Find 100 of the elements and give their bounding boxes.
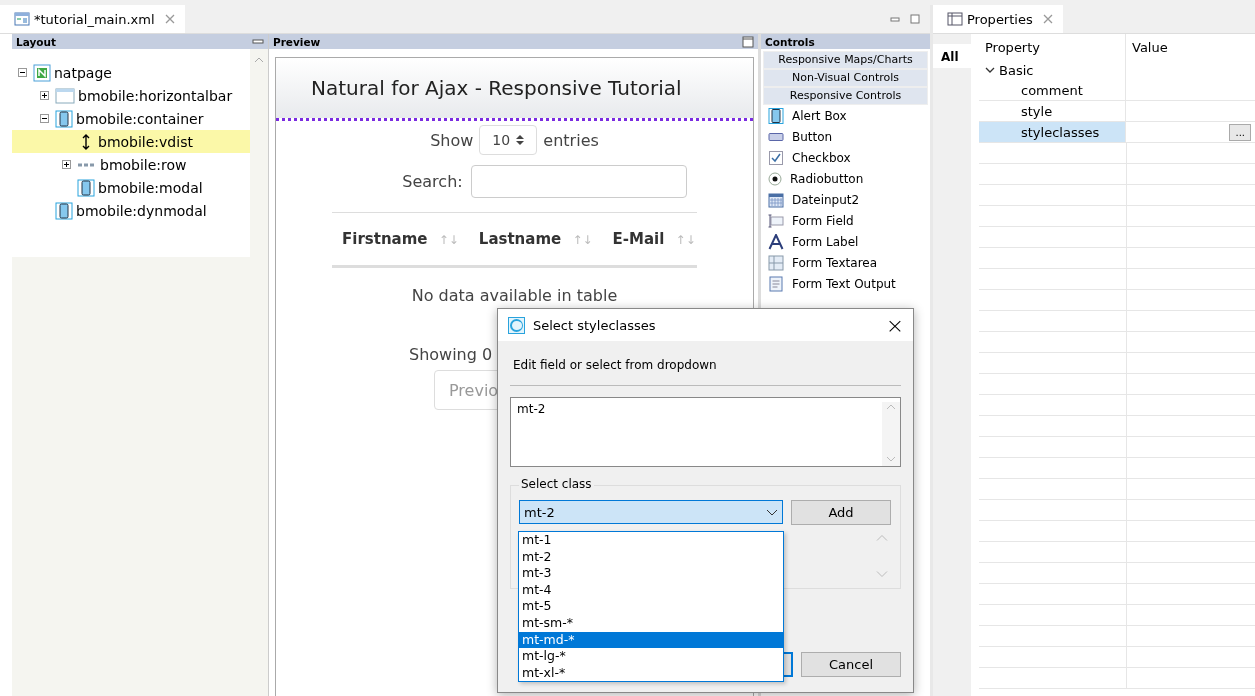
palette-item[interactable]: Button xyxy=(792,129,833,144)
table-icon xyxy=(947,12,963,26)
calendar-icon xyxy=(768,191,784,208)
palette-category[interactable]: Responsive Controls xyxy=(763,87,928,105)
search-field[interactable] xyxy=(470,165,687,198)
palette-item[interactable]: Form Text Output xyxy=(792,276,896,291)
tree-item[interactable]: bmobile:container xyxy=(12,107,250,130)
phone-icon xyxy=(77,178,95,197)
sort-caret-icon xyxy=(516,134,525,146)
tree-label: natpage xyxy=(54,64,112,81)
palette-item[interactable]: Form Label xyxy=(792,234,859,249)
scroll-up-icon[interactable] xyxy=(886,404,896,410)
column-header: Property xyxy=(979,34,1126,60)
group-label: Select class xyxy=(519,477,594,491)
letter-a-icon xyxy=(768,233,784,250)
palette-item[interactable]: Form Textarea xyxy=(792,255,878,270)
pane-title: Controls xyxy=(765,35,815,48)
phone-icon xyxy=(55,201,73,220)
row-icon xyxy=(77,162,97,167)
tree-label: bmobile:horizontalbar xyxy=(78,87,233,104)
entries-label: entries xyxy=(543,130,599,150)
tree-item[interactable]: natpage xyxy=(12,61,250,84)
scroll-down-icon[interactable] xyxy=(886,456,896,462)
styleclasses-field[interactable]: mt-2 xyxy=(510,397,901,467)
tree-label: bmobile:row xyxy=(100,156,187,173)
tree-item[interactable]: bmobile:modal xyxy=(12,176,250,199)
tree-item[interactable]: bmobile:row xyxy=(12,153,250,176)
dropdown-option[interactable]: mt-xl-* xyxy=(519,664,783,682)
column-header[interactable]: E-Mail ↑↓ xyxy=(612,230,696,248)
expand-toggle-icon[interactable] xyxy=(18,68,27,77)
chevron-icon[interactable] xyxy=(985,67,995,73)
dropdown-option[interactable]: mt-3 xyxy=(519,565,783,582)
property-group[interactable]: Basic xyxy=(999,62,1034,78)
properties-tab[interactable]: Properties xyxy=(933,5,1063,33)
tree-label: bmobile:modal xyxy=(98,179,203,196)
maximize-icon[interactable] xyxy=(910,14,920,24)
column-header: Value xyxy=(1131,38,1169,57)
scroll-up-icon[interactable] xyxy=(254,57,264,63)
pane-title: Preview xyxy=(273,35,321,48)
radio-icon xyxy=(768,171,782,186)
palette-item[interactable]: Checkbox xyxy=(792,150,851,165)
dropdown-option[interactable]: mt-1 xyxy=(519,532,783,549)
palette-category[interactable]: Responsive Maps/Charts xyxy=(763,51,928,69)
search-label: Search: xyxy=(402,172,463,191)
empty-table-text: No data available in table xyxy=(410,286,619,305)
button-icon xyxy=(768,132,784,141)
expand-toggle-icon[interactable] xyxy=(62,160,71,169)
page-icon xyxy=(33,63,51,82)
dropdown-option[interactable]: mt-4 xyxy=(519,581,783,599)
property-name[interactable]: styleclasses xyxy=(979,122,1126,142)
minimize-icon[interactable] xyxy=(252,39,264,44)
tree-label: bmobile:container xyxy=(76,110,204,127)
form-file-icon xyxy=(14,11,30,27)
show-label: Show xyxy=(430,130,474,150)
dropdown-option[interactable]: mt-5 xyxy=(519,598,783,615)
window-icon xyxy=(55,87,75,104)
cancel-button[interactable]: Cancel xyxy=(801,652,901,677)
dialog-title: Select styleclasses xyxy=(533,317,656,333)
tree-label: bmobile:dynmodal xyxy=(76,202,207,219)
class-dropdown[interactable]: mt-2 xyxy=(519,500,783,524)
phone-icon xyxy=(55,109,73,128)
maximize-icon[interactable] xyxy=(742,35,754,48)
pane-title: Layout xyxy=(16,35,56,48)
column-header[interactable]: Firstname ↑↓ xyxy=(342,230,459,248)
entries-select[interactable]: 10 xyxy=(479,125,538,155)
dropdown-option[interactable]: mt-sm-* xyxy=(519,614,783,632)
palette-item[interactable]: Dateinput2 xyxy=(792,192,860,207)
add-button[interactable]: Add xyxy=(791,500,891,525)
palette-item[interactable]: Form Field xyxy=(792,213,854,228)
dropdown-option[interactable]: mt-md-* xyxy=(519,631,783,649)
property-name[interactable]: comment xyxy=(979,80,1126,100)
expand-toggle-icon[interactable] xyxy=(40,91,49,100)
all-tab[interactable]: All xyxy=(933,44,971,68)
palette-category[interactable]: Non-Visual Controls xyxy=(763,69,928,87)
tree-item[interactable]: bmobile:dynmodal xyxy=(12,199,250,222)
instruction-text: Edit field or select from dropdown xyxy=(513,358,718,372)
tree-item[interactable]: bmobile:horizontalbar xyxy=(12,84,250,107)
field-value: mt-2 xyxy=(517,402,546,418)
minimize-icon[interactable] xyxy=(890,16,900,22)
palette-item[interactable]: Alert Box xyxy=(792,108,847,123)
close-button[interactable]: × xyxy=(877,309,913,341)
editor-tab[interactable]: *tutorial_main.xml xyxy=(0,5,185,33)
tree-label: bmobile:vdist xyxy=(98,133,193,150)
text-field-icon xyxy=(768,212,784,229)
tree-item[interactable]: bmobile:vdist xyxy=(12,130,250,153)
chevron-icon xyxy=(766,508,778,516)
close-icon[interactable] xyxy=(164,14,175,24)
browse-button[interactable]: ... xyxy=(1229,123,1251,141)
palette-item[interactable]: Radiobutton xyxy=(790,171,864,186)
phone-icon xyxy=(768,107,784,124)
app-logo-icon xyxy=(508,316,525,334)
dropdown-option[interactable]: mt-lg-* xyxy=(519,648,783,665)
property-name[interactable]: style xyxy=(979,101,1126,121)
document-icon xyxy=(768,275,784,292)
close-icon[interactable] xyxy=(1042,14,1053,24)
page-title: Natural for Ajax - Responsive Tutorial xyxy=(311,76,682,100)
dropdown-option[interactable]: mt-2 xyxy=(519,548,783,566)
column-header[interactable]: Lastname ↑↓ xyxy=(478,230,593,248)
textarea-icon xyxy=(768,254,784,271)
expand-toggle-icon[interactable] xyxy=(40,114,49,123)
